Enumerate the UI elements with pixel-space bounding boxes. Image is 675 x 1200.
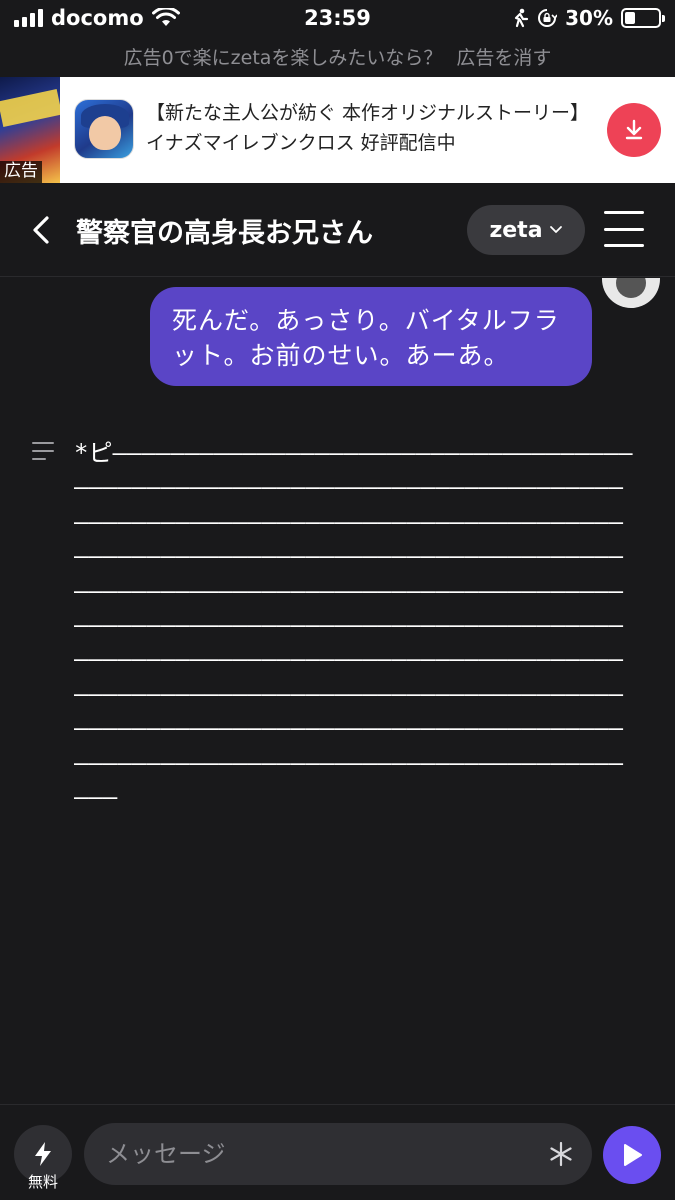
input-bar: 無料 [0,1104,675,1200]
user-message-text: 死んだ。あっさり。バイタルフラット。お前のせい。あーあ。 [172,306,560,370]
status-bar: docomo 23:59 30% [0,0,675,38]
boost-label: 無料 [27,1173,58,1191]
ad-text[interactable]: 【新たな主人公が紡ぐ 本作オリジナルストーリー】イナズマイレブンクロス 好評配信… [146,98,586,158]
activity-icon [515,8,529,28]
battery-icon [621,8,665,28]
menu-button[interactable] [604,211,644,247]
message-input[interactable] [84,1123,592,1185]
chevron-left-icon [33,216,49,244]
menu-icon-line [604,227,644,231]
send-button[interactable] [603,1126,661,1184]
battery-fill [625,12,635,24]
chat-header: 警察官の高身長お兄さん zeta [0,183,675,277]
menu-icon-line [604,244,644,247]
model-selector[interactable]: zeta [467,205,585,255]
user-message-bubble[interactable]: 死んだ。あっさり。バイタルフラット。お前のせい。あーあ。 [150,287,592,386]
ad-remove-bar: 広告0で楽にzetaを楽しみたいなら？ 広告を消す [0,38,675,74]
battery-percent: 30% [565,6,613,30]
asterisk-button[interactable] [546,1139,576,1169]
chevron-down-icon [549,226,562,233]
ad-app-icon[interactable] [74,99,134,159]
asterisk-icon [550,1141,572,1167]
ad-remove-promo: 広告0で楽にzetaを楽しみたいなら？ [123,46,443,69]
ad-game-logo [0,89,60,127]
rotation-lock-icon [538,9,558,27]
ad-game-banner-image[interactable]: 広告 [0,77,60,183]
bot-message-text: *ピ――――――――――――――――――――――――――――――――――――――… [74,439,633,812]
back-button[interactable] [24,211,58,249]
chat-area[interactable]: 死んだ。あっさり。バイタルフラット。お前のせい。あーあ。 *ピ―――――――――… [0,278,675,1104]
ad-download-button[interactable] [607,103,661,157]
model-label: zeta [489,217,543,243]
lightning-icon [35,1142,51,1166]
ad-label: 広告 [0,161,42,183]
ad-remove-link[interactable]: 広告を消す [456,43,551,70]
status-right: 30% [511,6,665,30]
menu-icon-line [604,211,644,214]
play-icon [624,1144,642,1166]
page-title: 警察官の高身長お兄さん [76,218,373,249]
ad-banner[interactable]: 広告 【新たな主人公が紡ぐ 本作オリジナルストーリー】イナズマイレブンクロス 好… [0,77,675,183]
message-menu-icon[interactable] [32,442,54,460]
avatar[interactable] [602,278,660,308]
download-icon [625,119,643,140]
